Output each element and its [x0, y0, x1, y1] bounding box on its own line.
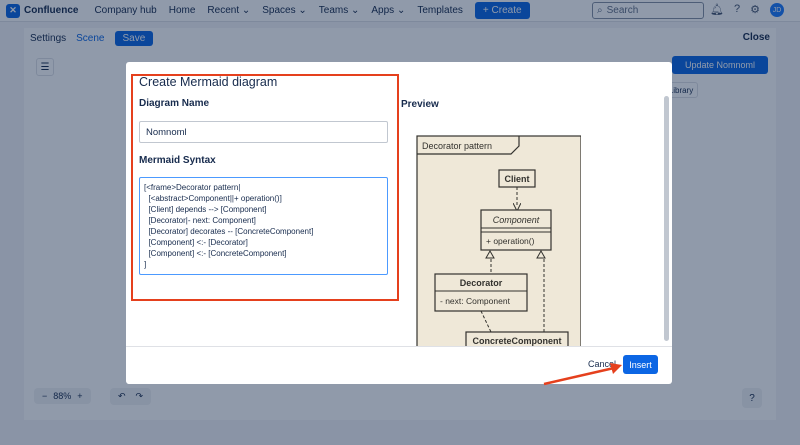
preview-diagram-svg: Decorator pattern Client Component + ope… [416, 135, 581, 346]
frame-title: Decorator pattern [422, 141, 492, 151]
annotation-highlight-box [131, 74, 399, 301]
decorator-label: Decorator [460, 278, 503, 288]
preview-label: Preview [401, 99, 439, 110]
preview-scrollbar[interactable] [664, 96, 669, 341]
concrete-component-label: ConcreteComponent [472, 336, 561, 346]
annotation-arrow-icon [543, 363, 622, 386]
decorator-field: - next: Component [440, 296, 511, 306]
create-mermaid-modal: Create Mermaid diagram Diagram Name Nomn… [126, 62, 672, 384]
component-operation: + operation() [486, 236, 535, 246]
diagram-preview: Decorator pattern Client Component + ope… [416, 134, 581, 346]
component-label: Component [493, 215, 540, 225]
client-label: Client [504, 174, 529, 184]
